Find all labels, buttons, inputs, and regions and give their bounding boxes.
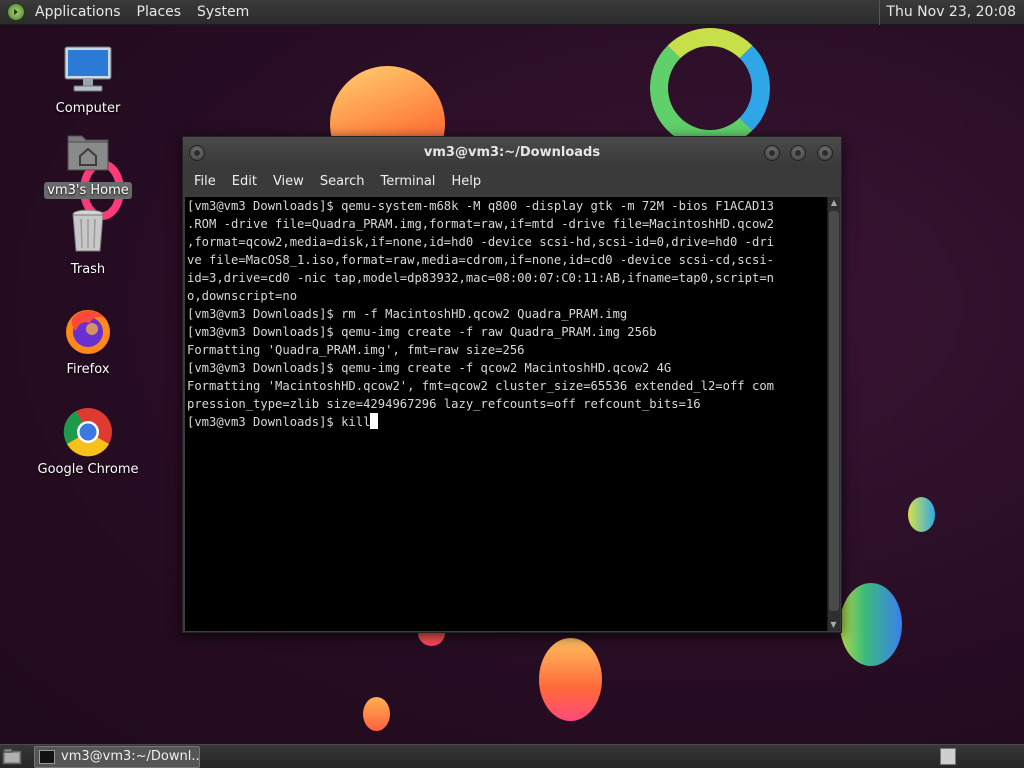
minimize-button[interactable] (764, 145, 780, 161)
applications-logo-icon[interactable] (7, 3, 25, 21)
terminal-scrollbar[interactable]: ▲ ▼ (827, 197, 840, 631)
trash-icon (62, 205, 114, 257)
desktop-icon-label: Trash (70, 262, 106, 277)
terminal-window[interactable]: vm3@vm3:~/Downloads File Edit View Searc… (182, 136, 842, 633)
terminal-line: [vm3@vm3 Downloads]$ qemu-img create -f … (187, 361, 672, 375)
terminal-icon (39, 749, 55, 764)
top-panel: Applications Places System Thu Nov 23, 2… (0, 0, 1024, 25)
taskbar-terminal-button[interactable]: vm3@vm3:~/Downl... (34, 745, 200, 768)
close-button[interactable] (817, 145, 833, 161)
desktop-icon-chrome[interactable]: Google Chrome (33, 405, 143, 478)
terminal-line: ve file=MacOS8_1.iso,format=raw,media=cd… (187, 253, 774, 267)
scroll-up-arrow-icon[interactable]: ▲ (829, 198, 840, 208)
panel-clock[interactable]: Thu Nov 23, 20:08 (879, 0, 1024, 25)
terminal-title: vm3@vm3:~/Downloads (423, 145, 601, 160)
menu-search[interactable]: Search (312, 169, 373, 195)
workspace-switcher[interactable] (940, 748, 956, 765)
menu-help[interactable]: Help (443, 169, 489, 195)
menu-places[interactable]: Places (129, 0, 190, 25)
firefox-icon (62, 305, 114, 357)
terminal-line: [vm3@vm3 Downloads]$ qemu-img create -f … (187, 325, 657, 339)
scrollbar-thumb[interactable] (829, 211, 839, 611)
terminal-line: .ROM -drive file=Quadra_PRAM.img,format=… (187, 217, 774, 231)
taskbar-terminal-label: vm3@vm3:~/Downl... (61, 749, 200, 764)
terminal-line: Formatting 'MacintoshHD.qcow2', fmt=qcow… (187, 379, 774, 393)
desktop-icon-computer[interactable]: Computer (33, 44, 143, 117)
desktop-icon-label: Computer (55, 101, 121, 116)
window-menu-button[interactable] (189, 145, 205, 161)
desktop-icon-firefox[interactable]: Firefox (33, 305, 143, 378)
terminal-titlebar[interactable]: vm3@vm3:~/Downloads (183, 137, 841, 169)
green-small-blob (908, 497, 935, 532)
home-folder-icon (62, 126, 114, 178)
menu-terminal[interactable]: Terminal (372, 169, 443, 195)
orange-tiny-blob (363, 697, 390, 731)
terminal-line: pression_type=zlib size=4294967296 lazy_… (187, 397, 701, 411)
terminal-prompt-text: [vm3@vm3 Downloads]$ kill (187, 415, 371, 429)
ring-blob (650, 28, 770, 148)
desktop-icon-label: Firefox (66, 362, 110, 377)
terminal-line: id=3,drive=cd0 -nic tap,model=dp83932,ma… (187, 271, 774, 285)
menu-file[interactable]: File (186, 169, 224, 195)
show-desktop-icon[interactable] (2, 748, 24, 766)
terminal-line: [vm3@vm3 Downloads]$ qemu-system-m68k -M… (187, 199, 774, 213)
orange-bottom-blob (539, 638, 602, 721)
menu-edit[interactable]: Edit (224, 169, 265, 195)
desktop-icon-label: Google Chrome (37, 462, 139, 477)
menu-applications[interactable]: Applications (27, 0, 129, 25)
maximize-button[interactable] (790, 145, 806, 161)
desktop-icon-home[interactable]: vm3's Home (33, 126, 143, 199)
green-large-blob (840, 583, 902, 666)
menu-view[interactable]: View (265, 169, 312, 195)
computer-icon (62, 44, 114, 96)
terminal-line: ,format=qcow2,media=disk,if=none,id=hd0 … (187, 235, 774, 249)
terminal-menubar: File Edit View Search Terminal Help (183, 169, 841, 195)
menu-system[interactable]: System (189, 0, 257, 25)
chrome-icon (62, 405, 114, 457)
terminal-line: [vm3@vm3 Downloads]$ rm -f MacintoshHD.q… (187, 307, 628, 321)
terminal-prompt-line[interactable]: [vm3@vm3 Downloads]$ kill (187, 413, 826, 431)
bottom-panel: vm3@vm3:~/Downl... (0, 744, 1024, 768)
scroll-down-arrow-icon[interactable]: ▼ (828, 620, 839, 630)
terminal-cursor (370, 413, 379, 429)
desktop-icon-trash[interactable]: Trash (33, 205, 143, 278)
terminal-line: o,downscript=no (187, 289, 298, 303)
desktop-icon-label: vm3's Home (44, 182, 132, 199)
terminal-line: Formatting 'Quadra_PRAM.img', fmt=raw si… (187, 343, 525, 357)
terminal-output[interactable]: [vm3@vm3 Downloads]$ qemu-system-m68k -M… (185, 197, 828, 631)
